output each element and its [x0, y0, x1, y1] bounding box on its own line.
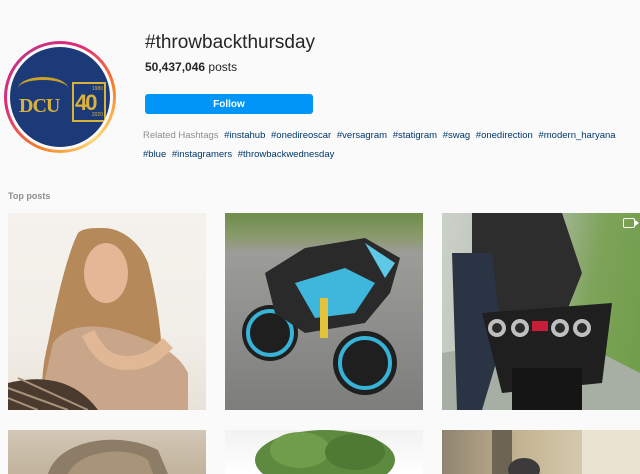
- related-hashtag-link[interactable]: #throwbackwednesday: [238, 149, 335, 160]
- related-hashtag-link[interactable]: #onedirection: [476, 130, 533, 141]
- post-count: 50,437,046 posts: [145, 60, 237, 74]
- logo-text: DCU: [19, 95, 60, 117]
- related-hashtag-link[interactable]: #onedireoscar: [271, 130, 331, 141]
- related-hashtag-link[interactable]: #instagramers: [172, 149, 232, 160]
- post-image-woman: [8, 228, 188, 410]
- post-image-hair: [48, 439, 168, 474]
- post-tile[interactable]: [8, 430, 206, 474]
- related-hashtag-link[interactable]: #instahub: [224, 130, 265, 141]
- post-tile[interactable]: [225, 213, 423, 410]
- top-posts-label: Top posts: [8, 191, 51, 201]
- related-hashtag-link[interactable]: #blue: [143, 149, 166, 160]
- post-tile[interactable]: [442, 213, 640, 410]
- post-tile[interactable]: [442, 430, 640, 474]
- badge-year-bottom: 2020: [91, 112, 103, 118]
- dcu-logo: DCU 1980 40 2020: [10, 47, 110, 147]
- reel-icon: [623, 218, 639, 228]
- avatar-ring-gap: DCU 1980 40 2020: [7, 44, 113, 150]
- post-image-motorcycle: [242, 238, 400, 395]
- post-count-number: 50,437,046: [145, 60, 206, 74]
- related-hashtag-link[interactable]: #modern_haryana: [538, 130, 615, 141]
- related-hashtags-label: Related Hashtags: [143, 130, 219, 141]
- post-image-tree: [255, 430, 395, 474]
- post-image-rider: [442, 213, 640, 410]
- logo-badge: 1980 40 2020: [72, 82, 106, 122]
- follow-button[interactable]: Follow: [145, 94, 313, 114]
- hashtag-title: #throwbackthursday: [145, 32, 316, 53]
- post-image-person: [492, 430, 640, 474]
- post-count-suffix: posts: [205, 60, 238, 74]
- post-tile[interactable]: [8, 213, 206, 410]
- related-hashtag-link[interactable]: #swag: [443, 130, 470, 141]
- related-hashtag-link[interactable]: #versagram: [337, 130, 387, 141]
- related-hashtag-link[interactable]: #statigram: [393, 130, 437, 141]
- post-tile[interactable]: [225, 430, 423, 474]
- hashtag-avatar: DCU 1980 40 2020: [4, 41, 116, 153]
- related-hashtags: Related Hashtags #instahub #onedireoscar…: [143, 126, 633, 164]
